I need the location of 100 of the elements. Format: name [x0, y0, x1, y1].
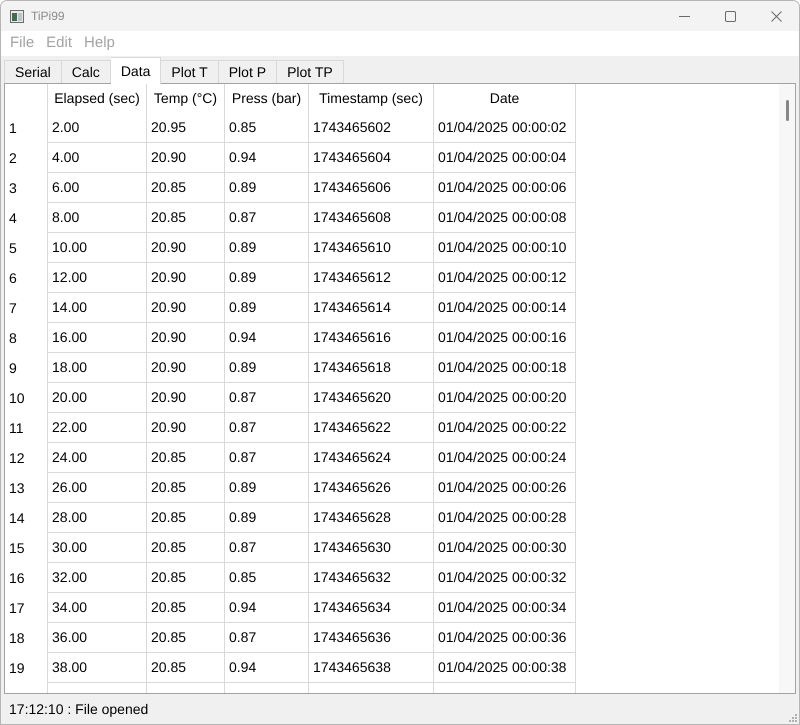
- table-cell: 20.85: [147, 503, 225, 533]
- table-cell: 01/04/2025 00:00:14: [434, 293, 576, 323]
- table-cell: 20.85: [147, 443, 225, 473]
- column-header: Temp (°C): [147, 84, 225, 113]
- table-cell: 1743465624: [309, 443, 434, 473]
- table-cell: 10.00: [48, 233, 147, 263]
- table-cell: 01/04/2025 00:00:38: [434, 653, 576, 683]
- table-cell: 1743465602: [309, 113, 434, 143]
- table-cell: 20.85: [147, 203, 225, 233]
- table-cell: 01/04/2025 00:00:20: [434, 383, 576, 413]
- table-cell: 1743465616: [309, 323, 434, 353]
- table-cell: 0.89: [225, 233, 309, 263]
- table-cell: 1743465614: [309, 293, 434, 323]
- table-cell: 0.87: [225, 383, 309, 413]
- table-cell: 01/04/2025 00:00:26: [434, 473, 576, 503]
- table-cell: 0.94: [225, 323, 309, 353]
- table-cell: 20.90: [147, 293, 225, 323]
- row-header: 6: [5, 263, 48, 293]
- table-cell: 20.85: [147, 623, 225, 653]
- column-header: Date: [434, 84, 576, 113]
- row-header: 1: [5, 113, 48, 143]
- maximize-icon: [724, 10, 736, 22]
- table-cell: 4.00: [48, 143, 147, 173]
- table-cell: 20.90: [147, 233, 225, 263]
- row-header: 15: [5, 533, 48, 563]
- row-header: 14: [5, 503, 48, 533]
- table-cell: 22.00: [48, 413, 147, 443]
- table-cell: 20.85: [147, 473, 225, 503]
- table-cell: 0.89: [225, 473, 309, 503]
- status-text: 17:12:10 : File opened: [9, 700, 148, 719]
- table-cell: 1743465610: [309, 233, 434, 263]
- close-icon: [770, 10, 782, 22]
- tab[interactable]: Plot T: [161, 60, 219, 83]
- table-cell: 14.00: [48, 293, 147, 323]
- table-cell: 0.85: [225, 113, 309, 143]
- tab[interactable]: Calc: [62, 60, 111, 83]
- table-cell: 01/04/2025 00:00:16: [434, 323, 576, 353]
- table-cell: 01/04/2025 00:00:06: [434, 173, 576, 203]
- tab[interactable]: Data: [110, 57, 162, 84]
- table-cell: 01/04/2025 00:00:08: [434, 203, 576, 233]
- table-cell: 01/04/2025 00:00:32: [434, 563, 576, 593]
- table-cell: 20.00: [48, 383, 147, 413]
- tab[interactable]: Plot TP: [277, 60, 344, 83]
- row-header: 18: [5, 623, 48, 653]
- table-cell: 01/04/2025 00:00:28: [434, 503, 576, 533]
- tab[interactable]: Serial: [4, 60, 62, 83]
- column-header: Timestamp (sec): [309, 84, 434, 113]
- table-cell: 1743465638: [309, 653, 434, 683]
- table-cell: 20.90: [147, 143, 225, 173]
- table-cell: 32.00: [48, 563, 147, 593]
- table-cell: 20.85: [147, 563, 225, 593]
- table-cell: 1743465628: [309, 503, 434, 533]
- table-cell: 34.00: [48, 593, 147, 623]
- tab[interactable]: Plot P: [218, 60, 278, 83]
- row-header: 16: [5, 563, 48, 593]
- row-header: 10: [5, 383, 48, 413]
- table-cell: 20.90: [147, 413, 225, 443]
- app-icon: [10, 10, 24, 22]
- table-cell: 18.00: [48, 353, 147, 383]
- table-cell: 01/04/2025 00:00:36: [434, 623, 576, 653]
- column-header: Elapsed (sec): [48, 84, 147, 113]
- table-cell: 0.89: [225, 353, 309, 383]
- table-cell: 1743465606: [309, 173, 434, 203]
- table-cell: 36.00: [48, 623, 147, 653]
- scrollbar-thumb[interactable]: [786, 100, 788, 121]
- table-cell: 1743465636: [309, 623, 434, 653]
- table-cell: 20.85: [147, 653, 225, 683]
- table-cell: 20.85: [147, 533, 225, 563]
- row-header: 8: [5, 323, 48, 353]
- table-cell: 16.00: [48, 323, 147, 353]
- table-cell: 1743465604: [309, 143, 434, 173]
- column-header: Press (bar): [225, 84, 309, 113]
- row-header: 11: [5, 413, 48, 443]
- table-cell: 01/04/2025 00:00:30: [434, 533, 576, 563]
- vertical-scrollbar[interactable]: [779, 84, 795, 693]
- table-cell: 01/04/2025 00:00:02: [434, 113, 576, 143]
- row-header: 9: [5, 353, 48, 383]
- table-cell: 0.85: [225, 563, 309, 593]
- row-header: 19: [5, 653, 48, 683]
- table-cell: 0.94: [225, 593, 309, 623]
- table-cell: 0.87: [225, 413, 309, 443]
- table-cell: 1743465622: [309, 413, 434, 443]
- resize-grip-icon[interactable]: [788, 713, 797, 722]
- row-header: 3: [5, 173, 48, 203]
- table-cell: 01/04/2025 00:00:12: [434, 263, 576, 293]
- table-cell: 0.94: [225, 143, 309, 173]
- row-header: 2: [5, 143, 48, 173]
- window-title: TiPi99: [31, 8, 65, 25]
- table-cell: 0.89: [225, 503, 309, 533]
- table-cell: 26.00: [48, 473, 147, 503]
- table-cell: 38.00: [48, 653, 147, 683]
- table-cell: 1743465620: [309, 383, 434, 413]
- row-header: 17: [5, 593, 48, 623]
- table-cell: 01/04/2025 00:00:04: [434, 143, 576, 173]
- table-cell: 6.00: [48, 173, 147, 203]
- table-cell: 2.00: [48, 113, 147, 143]
- table-cell: 0.87: [225, 443, 309, 473]
- table-cell: 01/04/2025 00:00:34: [434, 593, 576, 623]
- table-cell: 1743465630: [309, 533, 434, 563]
- table-cell: 01/04/2025 00:00:24: [434, 443, 576, 473]
